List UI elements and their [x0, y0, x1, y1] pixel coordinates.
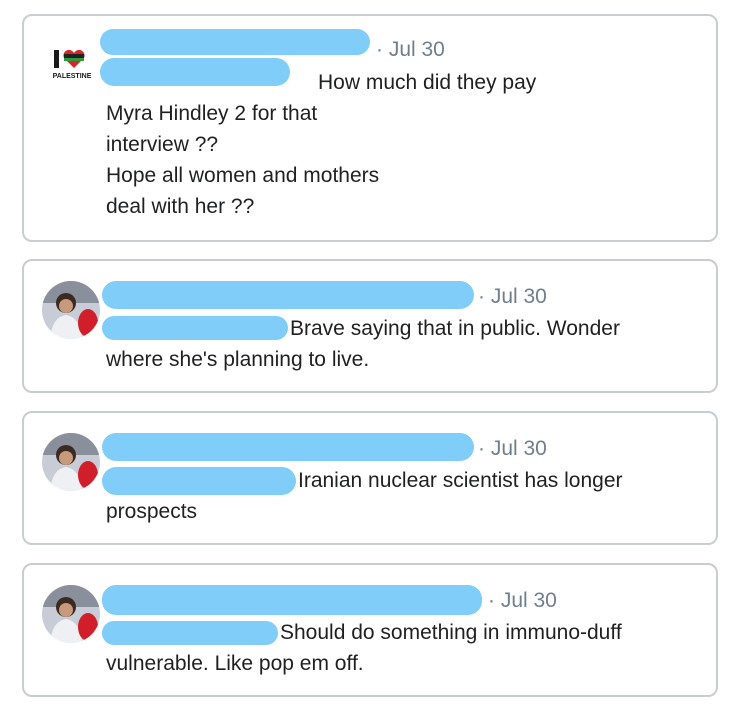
redacted-username — [102, 585, 482, 615]
tweet-text-line: Hope all women and mothers — [106, 164, 380, 187]
logo-text: PALESTINE — [53, 73, 92, 80]
tweet-text-line: prospects — [106, 500, 198, 523]
tweet-text-line: Brave saying that in public. Wonder — [290, 317, 620, 340]
tweet-card[interactable]: · Jul 30 Iranian nuclear scientist has l… — [22, 411, 718, 545]
tweet-card[interactable]: PALESTINE · Jul 30 How much did they pay… — [22, 14, 718, 242]
tweet-date[interactable]: · Jul 30 — [488, 589, 557, 613]
tweet-body: Iranian nuclear scientist has longer pro… — [106, 465, 623, 527]
tweet-card[interactable]: · Jul 30 Brave saying that in public. Wo… — [22, 259, 718, 393]
tweet-text-line: Iranian nuclear scientist has longer — [298, 469, 623, 492]
profile-photo-icon[interactable] — [42, 433, 100, 491]
tweet-body: Brave saying that in public. Wonder wher… — [106, 313, 620, 375]
i-love-palestine-logo-icon: PALESTINE — [50, 46, 94, 86]
tweet-text-line: deal with her ?? — [106, 195, 255, 218]
tweet-body: Should do something in immuno-duff vulne… — [106, 617, 622, 679]
tweet-body: How much did they pay Myra Hindley 2 for… — [106, 67, 536, 222]
redacted-username — [100, 29, 370, 55]
profile-photo-icon[interactable] — [42, 585, 100, 643]
tweet-text-line: vulnerable. Like pop em off. — [106, 652, 364, 675]
redacted-username — [102, 281, 474, 309]
profile-photo-icon[interactable] — [42, 281, 100, 339]
tweet-card[interactable]: · Jul 30 Should do something in immuno-d… — [22, 563, 718, 697]
redacted-username — [102, 433, 474, 461]
tweet-date[interactable]: · Jul 30 — [478, 437, 547, 461]
tweet-text-line: Myra Hindley 2 for that — [106, 102, 318, 125]
tweet-date[interactable]: · Jul 30 — [376, 38, 445, 62]
tweet-text-line: Should do something in immuno-duff — [280, 621, 622, 644]
tweet-text-line: How much did they pay — [318, 71, 537, 94]
tweet-date[interactable]: · Jul 30 — [478, 285, 547, 309]
tweet-text-line: interview ?? — [106, 133, 219, 156]
tweet-text-line: where she's planning to live. — [106, 348, 370, 371]
